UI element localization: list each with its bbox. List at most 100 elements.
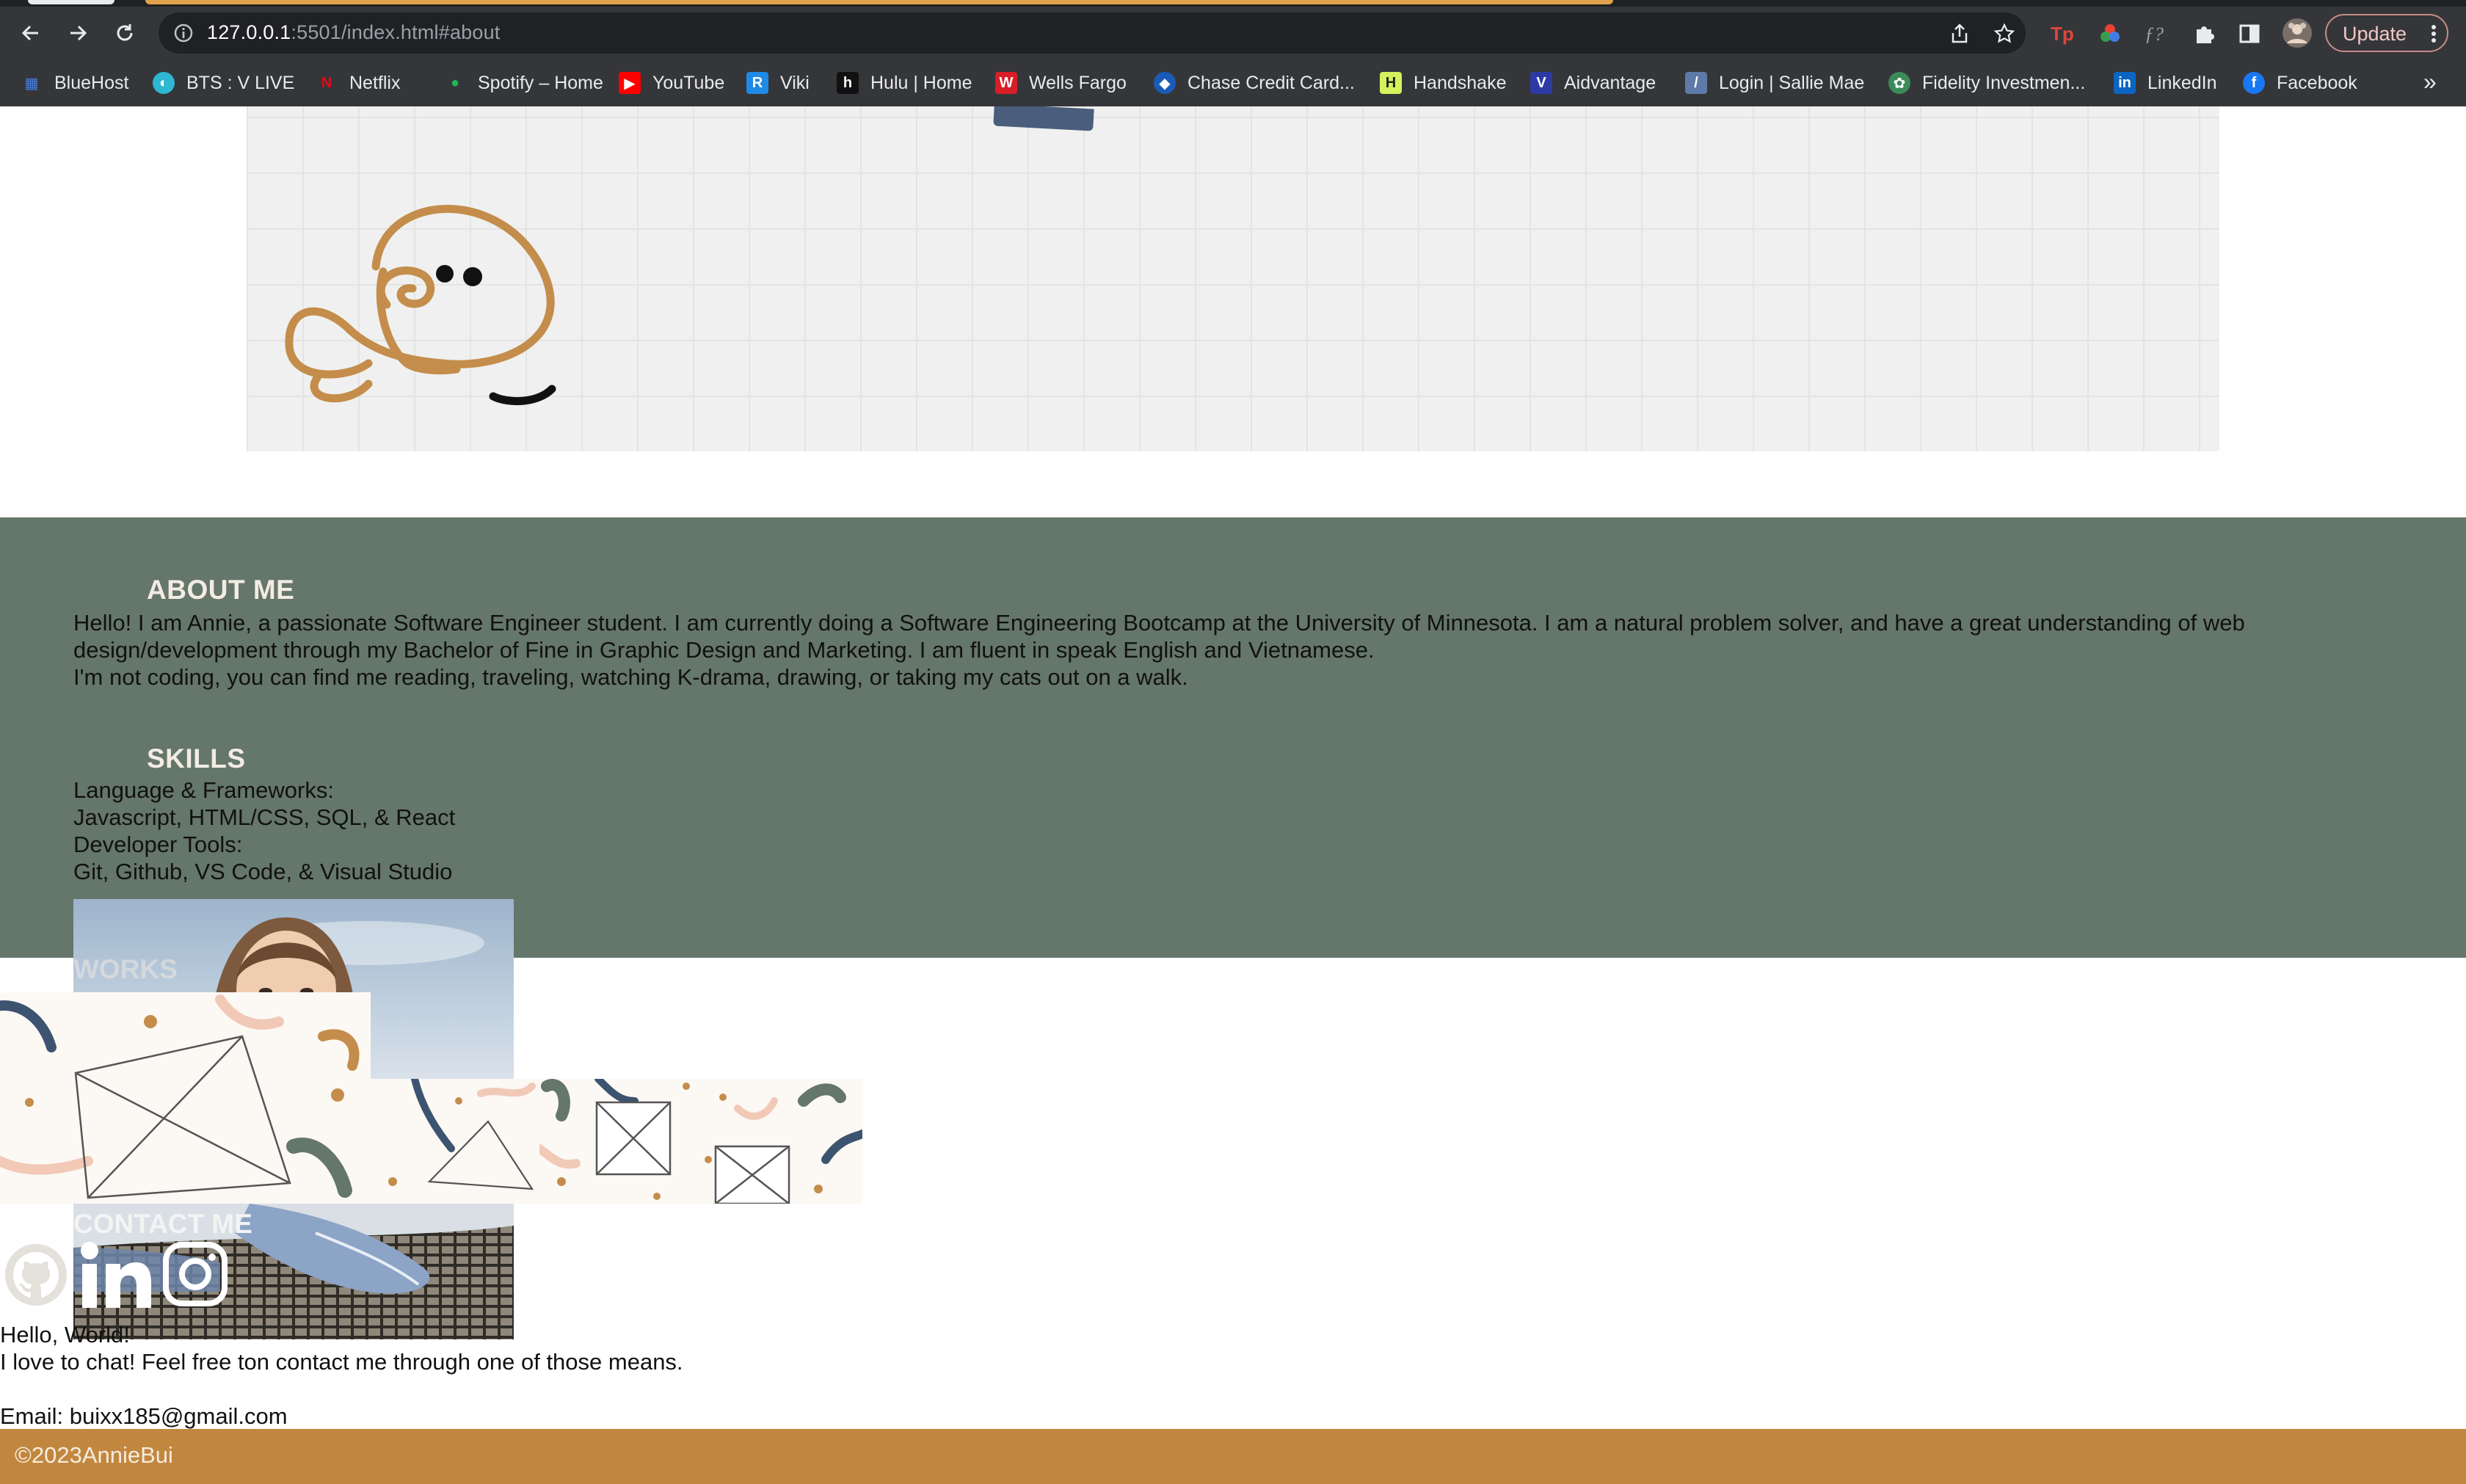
footer-copyright: ©2023AnnieBui (15, 1442, 173, 1468)
bookmark-label: Hulu | Home (870, 72, 972, 93)
page-footer: ©2023AnnieBui (0, 1429, 2466, 1484)
skills-title: SKILLS (147, 743, 246, 774)
bookmark-item[interactable]: W Wells Fargo (995, 70, 1127, 96)
broken-image-placeholder (388, 1079, 536, 1190)
youtube-icon: ▶ (619, 72, 641, 94)
fidelity-icon: ✿ (1888, 72, 1910, 94)
bookmark-label: Aidvantage (1564, 72, 1656, 93)
bookmark-item[interactable]: ✿ Fidelity Investmen... (1888, 70, 2085, 96)
tab-indicator[interactable] (145, 0, 1613, 4)
bookmark-item[interactable]: ◆ Chase Credit Card... (1154, 70, 1355, 96)
bookmark-item[interactable]: R Viki (746, 70, 810, 96)
bookmark-label: LinkedIn (2147, 72, 2217, 93)
salliemae-icon: / (1685, 72, 1707, 94)
bookmark-item[interactable]: ▶ YouTube (619, 70, 724, 96)
url-host: 127.0.0.1 (207, 21, 291, 43)
about-section: ABOUT ME Hello! I am Annie, a passionate… (0, 517, 2466, 958)
bookmark-label: Handshake (1414, 72, 1507, 93)
bookmark-label: BlueHost (54, 72, 129, 93)
bookmark-label: YouTube (652, 72, 725, 93)
bookmark-item[interactable]: f Facebook (2243, 70, 2357, 96)
extensions-puzzle-icon[interactable] (2193, 23, 2215, 45)
hulu-icon: h (837, 72, 859, 94)
url-text[interactable]: 127.0.0.1:5501/index.html#about (207, 21, 501, 44)
about-paragraph: Hello! I am Annie, a passionate Software… (73, 609, 2451, 691)
font-extension-icon[interactable]: ƒ? (2145, 23, 2169, 45)
update-button[interactable]: Update (2325, 14, 2448, 52)
site-info-icon[interactable] (173, 23, 194, 43)
contact-invite: I love to chat! Feel free ton contact me… (0, 1349, 683, 1375)
bookmarks-bar: ▦ BlueHost ◐ BTS : V LIVE N Netflix ● Spotify –… (0, 59, 2466, 106)
more-menu-icon[interactable] (2431, 24, 2437, 43)
url-path: :5501/index.html#about (291, 21, 501, 43)
project-thumbnail-2[interactable] (371, 1079, 539, 1204)
bookmark-item[interactable]: H Handshake (1380, 70, 1506, 96)
about-line-3: I'm not coding, you can find me reading,… (73, 664, 1188, 690)
linkedin-icon: in (2114, 72, 2136, 94)
update-label: Update (2343, 23, 2407, 45)
back-button[interactable] (13, 15, 48, 51)
instagram-icon[interactable] (163, 1242, 228, 1306)
bookmark-label: Facebook (2277, 72, 2357, 93)
linkedin-icon[interactable] (81, 1242, 151, 1309)
skills-list: Language & Frameworks: Javascript, HTML/… (73, 776, 455, 885)
bookmark-label: Chase Credit Card... (1187, 72, 1355, 93)
color-picker-extension-icon[interactable] (2099, 23, 2121, 45)
contact-email[interactable]: Email: buixx185@gmail.com (0, 1403, 288, 1430)
about-title: ABOUT ME (147, 575, 295, 605)
bookmark-label: Login | Sallie Mae (1719, 72, 1865, 93)
aidvantage-icon: V (1530, 72, 1552, 94)
share-icon[interactable] (1949, 23, 1970, 45)
project-thumbnail-1[interactable] (0, 992, 371, 1204)
skills-line: Language & Frameworks: (73, 777, 334, 803)
about-line-2: design/development through my Bachelor o… (73, 637, 1375, 663)
skills-line: Git, Github, VS Code, & Visual Studio (73, 859, 453, 884)
project-thumbnail-3[interactable] (539, 1079, 862, 1204)
bookmark-item[interactable]: in LinkedIn (2114, 70, 2217, 96)
bookmark-item[interactable]: ▦ BlueHost (21, 70, 129, 96)
broken-image-placeholder (0, 994, 360, 1199)
skills-line: Javascript, HTML/CSS, SQL, & React (73, 804, 456, 830)
back-arrow-icon (21, 25, 38, 41)
bookmark-label: Viki (780, 72, 810, 93)
chase-icon: ◆ (1154, 72, 1176, 94)
bookmark-item[interactable]: V Aidvantage (1530, 70, 1656, 96)
vlive-icon: ◐ (153, 72, 175, 94)
svg-text:Tp: Tp (2051, 23, 2074, 45)
bookmark-label: Fidelity Investmen... (1922, 72, 2086, 93)
typo-extension-icon[interactable]: Tp (2051, 23, 2076, 45)
bookmark-label: Netflix (349, 72, 401, 93)
github-icon[interactable] (3, 1242, 69, 1308)
viki-icon: R (746, 72, 768, 94)
address-bar[interactable]: 127.0.0.1:5501/index.html#about (159, 12, 2026, 54)
spotify-icon: ● (450, 74, 460, 91)
bookmark-item[interactable]: N Netflix (316, 70, 401, 96)
grid-icon: ▦ (24, 75, 39, 92)
profile-avatar-icon[interactable] (2281, 17, 2313, 49)
forward-arrow-icon (70, 25, 87, 41)
bookmark-item[interactable]: h Hulu | Home (837, 70, 972, 96)
contact-title: CONTACT ME (73, 1209, 252, 1239)
contact-hello: Hello, World! (0, 1322, 130, 1347)
tab-strip (0, 0, 2466, 7)
hero-tab-shape (993, 106, 1094, 131)
bookmark-item[interactable]: / Login | Sallie Mae (1685, 70, 1864, 96)
reload-icon (117, 24, 133, 41)
bookmark-label: BTS : V LIVE (186, 72, 295, 93)
bookmark-item[interactable]: ◐ BTS : V LIVE (153, 70, 294, 96)
active-tab-indicator[interactable] (28, 0, 114, 4)
bookmark-label: Spotify – Home (478, 72, 603, 93)
about-line-1: Hello! I am Annie, a passionate Software… (73, 610, 2245, 636)
works-title: WORKS (73, 954, 178, 984)
facebook-icon: f (2243, 72, 2265, 94)
svg-text:ƒ?: ƒ? (2145, 23, 2164, 45)
bookmarks-overflow-chevron-icon[interactable]: » (2423, 68, 2437, 95)
reload-button[interactable] (107, 15, 142, 51)
side-panel-icon[interactable] (2238, 23, 2260, 45)
broken-image-placeholder (539, 1079, 862, 1204)
forward-button[interactable] (60, 15, 95, 51)
skills-line: Developer Tools: (73, 832, 243, 857)
bookmark-label: Wells Fargo (1029, 72, 1127, 93)
bookmark-item[interactable]: ● Spotify – Home (444, 70, 603, 96)
bookmark-star-icon[interactable] (1993, 23, 2015, 45)
